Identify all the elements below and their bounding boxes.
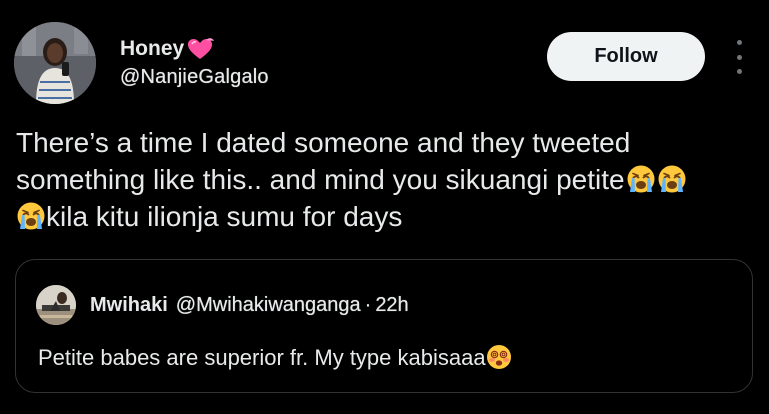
tweet-text-line-2: something like this.. and mind you sikua… — [16, 161, 761, 198]
author-info: Honey @NanjieGalgalo — [120, 36, 269, 90]
author-display-name[interactable]: Honey — [120, 36, 184, 62]
more-vertical-icon[interactable] — [729, 40, 749, 74]
quoted-header: Mwihaki @Mwihakiwanganga · 22h — [90, 293, 409, 317]
face-with-spiral-eyes-icon — [486, 344, 512, 370]
author-handle[interactable]: @NanjieGalgalo — [120, 64, 269, 90]
quoted-author-avatar[interactable] — [36, 285, 76, 325]
tweet-text-line-3-text: kila kitu ilionja sumu for days — [46, 201, 403, 232]
tweet-text-line-3: kila kitu ilionja sumu for days — [16, 198, 761, 235]
loudly-crying-face-icon — [626, 164, 656, 194]
follow-button[interactable]: Follow — [547, 32, 705, 81]
tweet-text-line-2-text: something like this.. and mind you sikua… — [16, 164, 625, 195]
quoted-text: Petite babes are superior fr. My type ka… — [38, 344, 512, 372]
tweet-card: Honey @NanjieGalgalo Follow There’s a ti… — [0, 0, 769, 414]
heart-with-ribbon-icon — [186, 36, 216, 62]
quoted-handle[interactable]: @Mwihakiwanganga — [176, 294, 361, 316]
quoted-timestamp[interactable]: 22h — [375, 294, 408, 316]
tweet-text-line-1: There’s a time I dated someone and they … — [16, 127, 631, 158]
quoted-display-name[interactable]: Mwihaki — [90, 294, 168, 316]
loudly-crying-face-icon — [657, 164, 687, 194]
loudly-crying-face-icon — [16, 201, 46, 231]
quoted-text-content: Petite babes are superior fr. My type ka… — [38, 345, 486, 370]
tweet-text: There’s a time I dated someone and they … — [16, 124, 761, 235]
author-avatar[interactable] — [14, 22, 96, 104]
quoted-tweet[interactable]: Mwihaki @Mwihakiwanganga · 22h Petite babes… — [15, 259, 753, 393]
quoted-separator: · — [364, 294, 372, 316]
